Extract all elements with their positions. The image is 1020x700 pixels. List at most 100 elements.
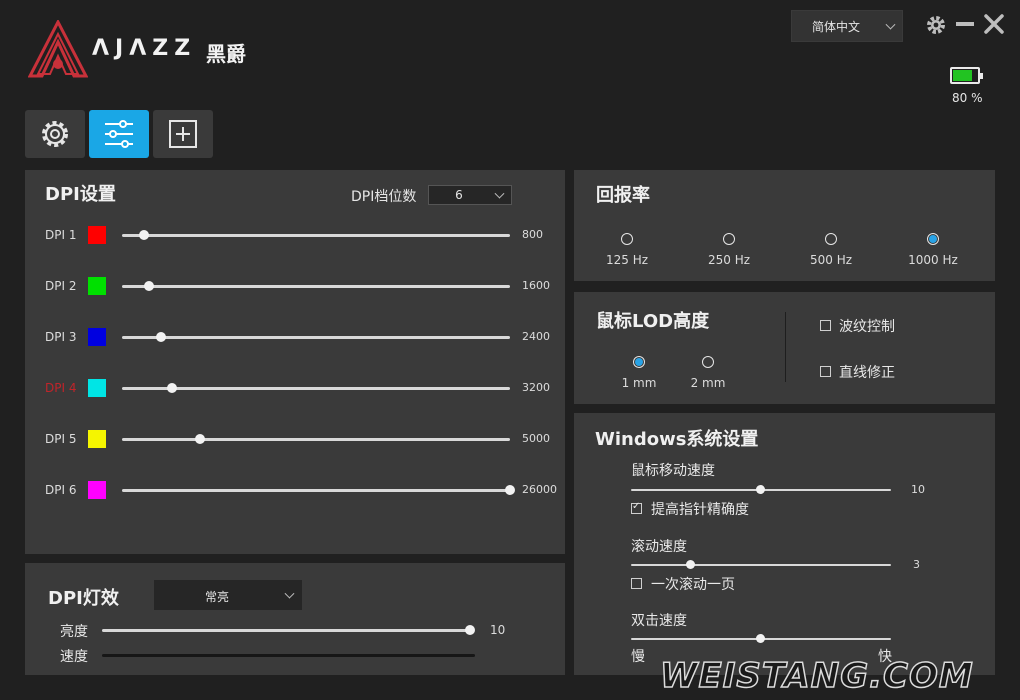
minimize-icon[interactable]: [956, 22, 974, 26]
brightness-value: 10: [490, 623, 506, 637]
scroll-page-label: 一次滚动一页: [651, 577, 735, 593]
dpi-color-swatch[interactable]: [88, 430, 106, 448]
report-rate-title: 回报率: [596, 185, 650, 206]
lod-divider: [785, 312, 786, 382]
ripple-label: 波纹控制: [839, 319, 895, 335]
double-click-slider[interactable]: [631, 634, 891, 643]
dpi-color-swatch[interactable]: [88, 277, 106, 295]
dpi-value: 26000: [522, 483, 557, 496]
lod-radio[interactable]: [633, 356, 645, 368]
dpi-light-title: DPI灯效: [48, 588, 119, 609]
brightness-slider-thumb[interactable]: [465, 625, 475, 635]
light-mode-value: 常亮: [204, 590, 229, 604]
brightness-label: 亮度: [60, 624, 88, 640]
language-value: 简体中文: [811, 20, 860, 34]
lod-panel: 鼠标LOD高度 1 mm 2 mm 波纹控制 直线修正: [574, 292, 995, 404]
dpi-row-label: DPI 5: [45, 432, 77, 446]
mouse-speed-label: 鼠标移动速度: [631, 463, 715, 479]
battery-percent: 80 %: [952, 91, 983, 105]
dpi-slider-thumb[interactable]: [155, 332, 166, 342]
chevron-down-icon: [494, 188, 505, 199]
tab-settings[interactable]: [25, 110, 85, 158]
dpi-panel: DPI设置 DPI档位数 6 DPI 1 800 DPI 2 1600 DPI 3 240…: [25, 170, 565, 554]
windows-panel: Windows系统设置 鼠标移动速度 10 提高指针精确度 滚动速度 3 一次滚…: [574, 413, 995, 675]
scroll-speed-label: 滚动速度: [631, 539, 687, 555]
dpi-value: 5000: [522, 432, 550, 445]
dpi-slider[interactable]: [122, 332, 510, 342]
double-click-slider-thumb[interactable]: [756, 634, 765, 643]
dpi-value: 1600: [522, 279, 550, 292]
double-click-label: 双击速度: [631, 613, 687, 629]
report-rate-label: 250 Hz: [707, 253, 751, 267]
battery-fill: [953, 70, 973, 81]
dpi-color-swatch[interactable]: [88, 379, 106, 397]
brand-logo: [27, 18, 89, 78]
watermark: WEISTANG.COM: [659, 655, 974, 697]
report-rate-radio[interactable]: [621, 233, 633, 245]
scroll-page-checkbox[interactable]: [631, 578, 642, 589]
dpi-light-panel: DPI灯效 常亮 亮度 10 速度: [25, 563, 565, 675]
dpi-title: DPI设置: [45, 184, 116, 205]
dpi-levels-value: 6: [455, 188, 463, 202]
sliders-icon: [105, 120, 133, 148]
dpi-slider[interactable]: [122, 485, 515, 495]
dpi-slider-thumb[interactable]: [505, 485, 515, 495]
lod-radio[interactable]: [702, 356, 714, 368]
dpi-value: 2400: [522, 330, 550, 343]
dpi-row-label: DPI 6: [45, 483, 77, 497]
dpi-value: 3200: [522, 381, 550, 394]
double-click-slow-label: 慢: [631, 649, 645, 665]
report-rate-label: 500 Hz: [809, 253, 853, 267]
dpi-row-label: DPI 2: [45, 279, 77, 293]
scroll-speed-slider-thumb[interactable]: [685, 560, 695, 569]
dpi-slider-thumb[interactable]: [144, 281, 155, 291]
speed-slider[interactable]: [102, 654, 475, 657]
dpi-slider-thumb[interactable]: [138, 230, 149, 240]
dpi-levels-label: DPI档位数: [351, 189, 417, 205]
gear-icon: [42, 121, 68, 147]
report-rate-label: 125 Hz: [605, 253, 649, 267]
ajazz-logo-icon: [27, 18, 89, 78]
dpi-slider[interactable]: [122, 383, 510, 393]
mouse-speed-slider[interactable]: [631, 485, 891, 494]
ripple-checkbox[interactable]: [820, 320, 831, 331]
dpi-slider[interactable]: [122, 434, 510, 444]
dpi-value: 800: [522, 228, 543, 241]
lod-label: 2 mm: [690, 376, 726, 390]
dpi-color-swatch[interactable]: [88, 328, 106, 346]
report-rate-radio[interactable]: [927, 233, 939, 245]
pointer-precision-label: 提高指针精确度: [651, 502, 749, 518]
pointer-precision-checkbox[interactable]: [631, 501, 642, 514]
report-rate-radio[interactable]: [825, 233, 837, 245]
angle-snap-checkbox[interactable]: [820, 366, 831, 377]
brand-name-cn: 黑爵: [206, 42, 246, 66]
mouse-speed-slider-thumb[interactable]: [756, 485, 765, 494]
dpi-color-swatch[interactable]: [88, 481, 106, 499]
dpi-color-swatch[interactable]: [88, 226, 106, 244]
scroll-speed-slider[interactable]: [631, 560, 891, 569]
dpi-slider[interactable]: [122, 281, 510, 291]
angle-snap-label: 直线修正: [839, 365, 895, 381]
dpi-slider-thumb[interactable]: [167, 383, 178, 393]
brand-name: ΛJΛZZ: [92, 36, 197, 61]
dpi-row-label: DPI 3: [45, 330, 77, 344]
close-icon[interactable]: [983, 13, 1005, 35]
report-rate-label: 1000 Hz: [908, 253, 958, 267]
language-select[interactable]: 简体中文: [791, 10, 903, 42]
light-mode-select[interactable]: 常亮: [154, 580, 302, 610]
windows-title: Windows系统设置: [595, 429, 759, 450]
dpi-levels-select[interactable]: 6: [428, 185, 512, 205]
tab-tuning[interactable]: [89, 110, 149, 158]
lod-title: 鼠标LOD高度: [596, 311, 710, 332]
battery-icon: [950, 67, 983, 84]
dpi-slider[interactable]: [122, 230, 510, 240]
lod-label: 1 mm: [621, 376, 657, 390]
report-rate-radio[interactable]: [723, 233, 735, 245]
tab-macro[interactable]: [153, 110, 213, 158]
chevron-down-icon: [885, 19, 896, 30]
mouse-speed-value: 10: [911, 483, 925, 496]
app-settings-gear-icon[interactable]: [924, 13, 948, 37]
add-box-icon: [169, 120, 197, 148]
brightness-slider[interactable]: [102, 625, 475, 635]
dpi-slider-thumb[interactable]: [194, 434, 205, 444]
